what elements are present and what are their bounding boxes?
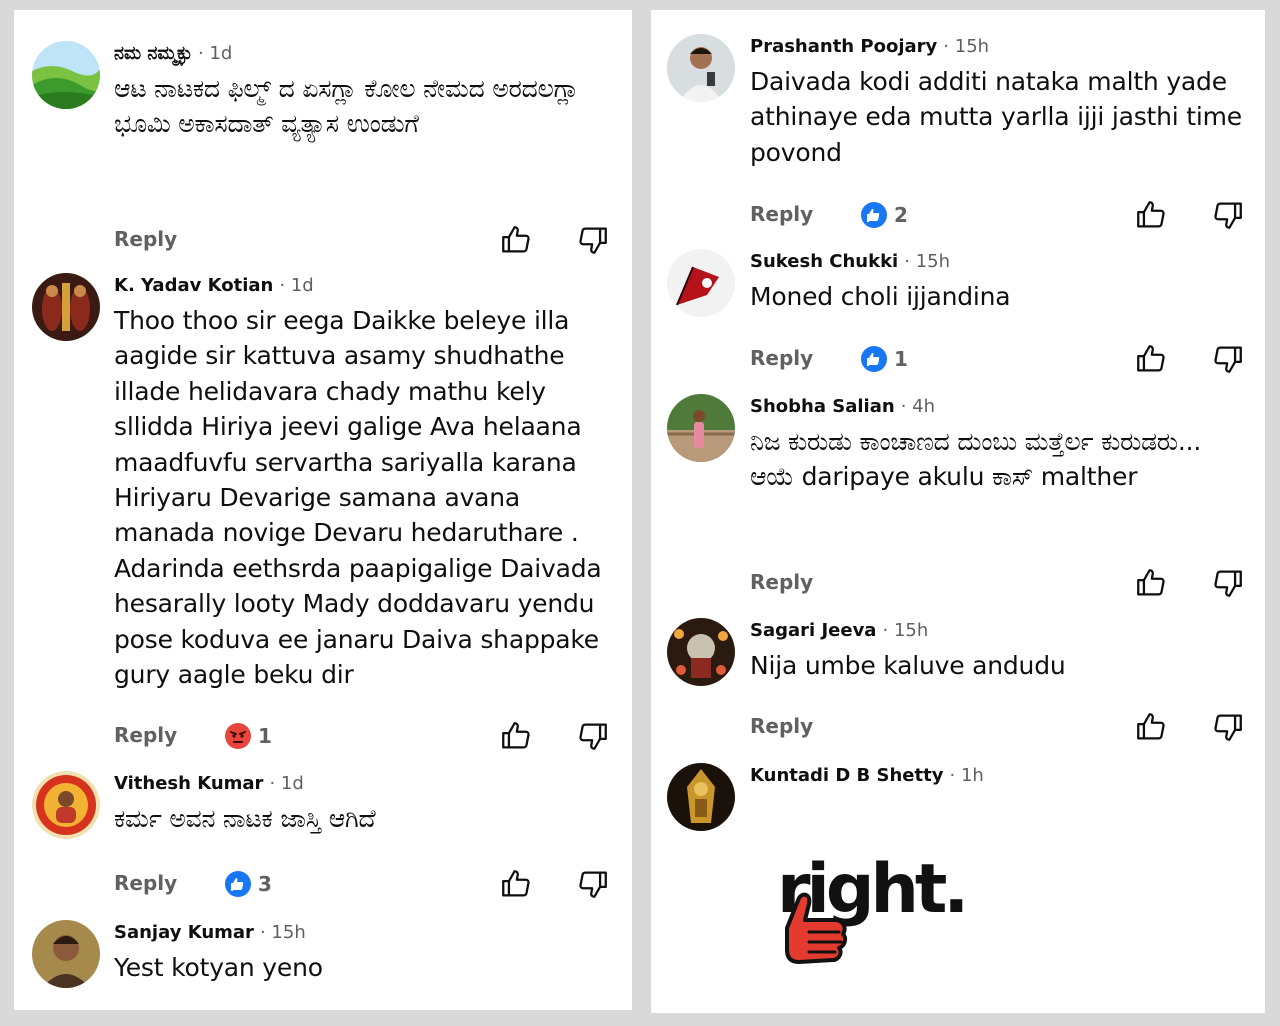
left-comments-panel: ನಮ ನಮ್ಮಕ್ಳು · 1d ಆಟ ನಾಟಕದ ಫಿಲ್ಮ್ ದ ಏಸಗ್ಲ… xyxy=(14,10,632,1010)
dislike-icon[interactable] xyxy=(576,223,610,257)
reply-button[interactable]: Reply xyxy=(750,714,813,738)
reply-button[interactable]: Reply xyxy=(750,346,813,370)
comment-actions: Reply xyxy=(750,566,1265,600)
reaction-count: 2 xyxy=(894,203,908,227)
comment-author[interactable]: Sanjay Kumar xyxy=(114,922,254,943)
comment-text: Yest kotyan yeno xyxy=(114,953,323,982)
comment-text: ಕರ್ಮ ಅವನ ನಾಟಕ ಜಾಸ್ತಿ ಆಗಿದೆ xyxy=(114,804,376,833)
comment-time: · 1d xyxy=(269,773,304,794)
dislike-icon[interactable] xyxy=(1211,710,1245,744)
man-avatar[interactable] xyxy=(32,920,100,988)
comment-time: · 1h xyxy=(949,765,984,786)
comment-time: · 1d xyxy=(197,43,233,64)
blue-like-icon xyxy=(861,346,887,372)
red-flag-avatar[interactable] xyxy=(667,249,735,317)
right-comments-panel: Prashanth Poojary · 15h Daivada kodi add… xyxy=(651,10,1265,1013)
comment-actions: Reply 2 xyxy=(750,198,1265,232)
like-icon[interactable] xyxy=(1134,198,1168,232)
comment-actions: Reply 1 xyxy=(114,719,632,753)
comment-text: ನಿಜ ಕುರುಡು ಕಾಂಚಾಣದ ದುಂಬು ಮತ್ತೆರ್ಲ ಕುರುಡರ… xyxy=(750,427,1202,492)
comment-text: Nija umbe kaluve andudu xyxy=(750,651,1066,680)
green-hills-avatar[interactable] xyxy=(32,41,100,109)
comment-actions: Reply xyxy=(750,710,1265,744)
comment-time: · 15h xyxy=(259,922,306,943)
like-icon[interactable] xyxy=(1134,710,1168,744)
angry-emoji-icon xyxy=(225,723,251,749)
comment-text: Thoo thoo sir eega Daikke beleye illa aa… xyxy=(114,306,602,690)
reaction-summary: 3 xyxy=(224,869,272,899)
comment-time: · 15h xyxy=(882,620,929,641)
comment-author[interactable]: Vithesh Kumar xyxy=(114,773,263,794)
reaction-summary: 2 xyxy=(860,200,908,230)
reaction-summary: 1 xyxy=(860,344,908,374)
comment-author[interactable]: ನಮ ನಮ್ಮಕ್ಳು xyxy=(114,43,192,64)
thumbs-up-sticker: right. xyxy=(769,850,969,970)
reply-button[interactable]: Reply xyxy=(114,871,177,895)
like-icon[interactable] xyxy=(499,223,533,257)
comment-actions: Reply 1 xyxy=(750,342,1265,376)
dislike-icon[interactable] xyxy=(576,867,610,901)
like-icon[interactable] xyxy=(499,867,533,901)
comment-time: · 15h xyxy=(943,36,990,57)
comment-author[interactable]: Sagari Jeeva xyxy=(750,620,876,641)
woman-bridge-avatar[interactable] xyxy=(667,394,735,462)
blue-like-icon xyxy=(225,871,251,897)
reaction-count: 3 xyxy=(258,872,272,896)
reaction-count: 1 xyxy=(258,724,272,748)
dislike-icon[interactable] xyxy=(576,719,610,753)
dislike-icon[interactable] xyxy=(1211,342,1245,376)
reaction-count: 1 xyxy=(894,347,908,371)
like-icon[interactable] xyxy=(499,719,533,753)
reply-button[interactable]: Reply xyxy=(750,570,813,594)
dislike-icon[interactable] xyxy=(1211,566,1245,600)
comment-text: ಆಟ ನಾಟಕದ ಫಿಲ್ಮ್ ದ ಏಸಗ್ಲಾ ಕೋಲ ನೇಮದ ಅರದಲಗ್… xyxy=(114,74,579,139)
comment-author[interactable]: Prashanth Poojary xyxy=(750,36,937,57)
dislike-icon[interactable] xyxy=(1211,198,1245,232)
idol-avatar[interactable] xyxy=(667,618,735,686)
comment-actions: Reply xyxy=(114,223,632,257)
like-icon[interactable] xyxy=(1134,566,1168,600)
reaction-summary: 1 xyxy=(224,721,272,751)
comment-author[interactable]: Sukesh Chukki xyxy=(750,251,898,272)
golden-idol-avatar[interactable] xyxy=(667,763,735,831)
thumbs-up-sticker-icon xyxy=(785,892,848,964)
comment-author[interactable]: Shobha Salian xyxy=(750,396,895,417)
reply-button[interactable]: Reply xyxy=(114,227,177,251)
reply-button[interactable]: Reply xyxy=(750,202,813,226)
reply-button[interactable]: Reply xyxy=(114,723,177,747)
comment-actions: Reply 3 xyxy=(114,867,632,901)
comment-time: · 15h xyxy=(904,251,951,272)
comment-text: Moned choli ijjandina xyxy=(750,282,1011,311)
badge-avatar[interactable] xyxy=(32,771,100,839)
man-selfie-avatar[interactable] xyxy=(667,34,735,102)
like-icon[interactable] xyxy=(1134,342,1168,376)
blue-like-icon xyxy=(861,202,887,228)
comment-time: · 4h xyxy=(900,396,936,417)
comment-author[interactable]: Kuntadi D B Shetty xyxy=(750,765,943,786)
comment-time: · 1d xyxy=(279,275,314,296)
comment-author[interactable]: K. Yadav Kotian xyxy=(114,275,273,296)
deity-avatar[interactable] xyxy=(32,273,100,341)
comment-text: Daivada kodi additi nataka malth yade at… xyxy=(750,67,1242,167)
